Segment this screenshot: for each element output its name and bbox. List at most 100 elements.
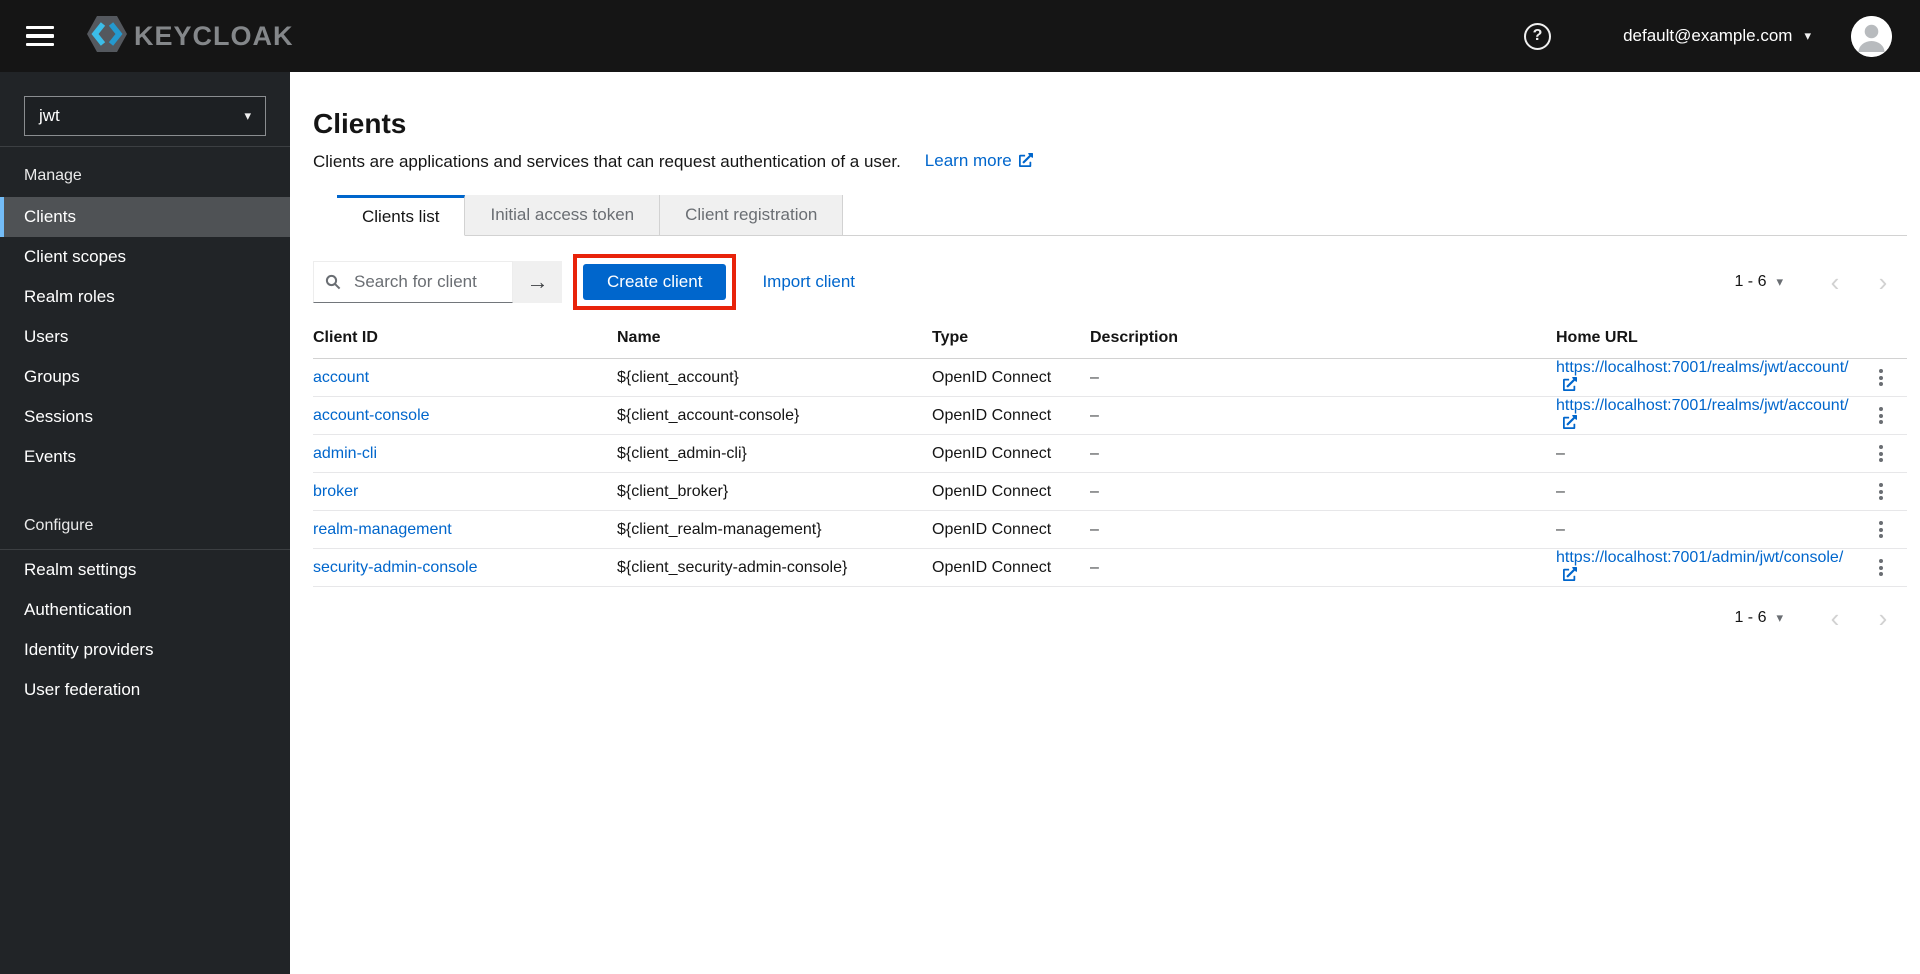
client-description: –: [1090, 549, 1556, 587]
client-type: OpenID Connect: [932, 435, 1090, 473]
sidebar-item-clients[interactable]: Clients: [0, 197, 290, 237]
kebab-menu-icon[interactable]: [1871, 482, 1891, 502]
sidebar-item-groups[interactable]: Groups: [0, 357, 290, 397]
page-description: Clients are applications and services th…: [313, 152, 901, 172]
nav-section-manage: ManageClientsClient scopesRealm rolesUse…: [0, 147, 290, 477]
prev-page-button[interactable]: ‹: [1811, 269, 1859, 295]
sidebar-item-users[interactable]: Users: [0, 317, 290, 357]
client-name: ${client_admin-cli}: [617, 435, 932, 473]
chevron-down-icon: ▾: [1804, 28, 1811, 44]
pagination-range-dropdown[interactable]: 1 - 6 ▾: [1734, 609, 1783, 627]
realm-selector[interactable]: jwt ▾: [24, 96, 266, 136]
pagination-range-dropdown[interactable]: 1 - 6 ▾: [1734, 273, 1783, 291]
chevron-down-icon: ▾: [1776, 610, 1783, 626]
pagination-bottom: 1 - 6 ▾ ‹ ›: [1734, 605, 1907, 631]
kebab-menu-icon[interactable]: [1871, 406, 1891, 426]
highlight-annotation: Create client: [573, 254, 736, 310]
next-page-button[interactable]: ›: [1859, 269, 1907, 295]
sidebar-item-realm-settings[interactable]: Realm settings: [0, 550, 290, 590]
client-type: OpenID Connect: [932, 549, 1090, 587]
sidebar-item-identity-providers[interactable]: Identity providers: [0, 630, 290, 670]
user-menu[interactable]: default@example.com ▾: [1623, 26, 1811, 46]
search-input[interactable]: [313, 261, 513, 303]
home-url-empty: –: [1556, 473, 1855, 511]
sidebar-item-events[interactable]: Events: [0, 437, 290, 477]
import-client-link[interactable]: Import client: [762, 272, 855, 292]
column-header-home-url: Home URL: [1556, 318, 1855, 359]
page-title: Clients: [313, 108, 1907, 140]
tabs-filler: [843, 195, 1907, 236]
toolbar: → Create client Import client 1 - 6 ▾ ‹ …: [313, 254, 1907, 310]
pagination-range: 1 - 6: [1734, 273, 1766, 291]
brand-text: KEYCLOAK: [134, 21, 294, 52]
nav-section-title: Manage: [0, 147, 290, 197]
keycloak-brand: KEYCLOAK: [86, 15, 294, 58]
client-id-link[interactable]: admin-cli: [313, 445, 377, 462]
user-email: default@example.com: [1623, 26, 1792, 46]
home-url-link[interactable]: https://localhost:7001/realms/jwt/accoun…: [1556, 359, 1849, 394]
sidebar-item-sessions[interactable]: Sessions: [0, 397, 290, 437]
pagination-top: 1 - 6 ▾ ‹ ›: [1734, 269, 1907, 295]
client-id-link[interactable]: broker: [313, 483, 358, 500]
client-id-link[interactable]: realm-management: [313, 521, 452, 538]
column-header-description: Description: [1090, 318, 1556, 359]
tab-client-registration[interactable]: Client registration: [660, 195, 843, 236]
next-page-button[interactable]: ›: [1859, 605, 1907, 631]
hamburger-menu-icon[interactable]: [26, 26, 54, 47]
create-client-button[interactable]: Create client: [583, 264, 726, 300]
home-url-link[interactable]: https://localhost:7001/realms/jwt/accoun…: [1556, 397, 1849, 432]
masthead: KEYCLOAK ? default@example.com ▾: [0, 0, 1920, 72]
chevron-down-icon: ▾: [244, 108, 251, 124]
tabs: Clients listInitial access tokenClient r…: [337, 195, 1907, 236]
kebab-menu-icon[interactable]: [1871, 558, 1891, 578]
client-name: ${client_security-admin-console}: [617, 549, 932, 587]
prev-page-button[interactable]: ‹: [1811, 605, 1859, 631]
table-row: account${client_account}OpenID Connect–h…: [313, 359, 1907, 397]
client-id-link[interactable]: account: [313, 369, 369, 386]
client-name: ${client_account}: [617, 359, 932, 397]
client-type: OpenID Connect: [932, 473, 1090, 511]
clients-table: Client IDNameTypeDescriptionHome URL acc…: [313, 318, 1907, 587]
realm-selector-block: jwt ▾: [0, 72, 290, 147]
sidebar-item-authentication[interactable]: Authentication: [0, 590, 290, 630]
main-content: Clients Clients are applications and ser…: [290, 72, 1920, 974]
client-description: –: [1090, 397, 1556, 435]
sidebar-item-realm-roles[interactable]: Realm roles: [0, 277, 290, 317]
client-id-link[interactable]: account-console: [313, 407, 430, 424]
sidebar-item-user-federation[interactable]: User federation: [0, 670, 290, 710]
page-header: Clients Clients are applications and ser…: [290, 72, 1920, 172]
client-type: OpenID Connect: [932, 397, 1090, 435]
search-icon: [325, 274, 341, 295]
chevron-down-icon: ▾: [1776, 274, 1783, 290]
column-header-name: Name: [617, 318, 932, 359]
tab-initial-access-token[interactable]: Initial access token: [465, 195, 660, 236]
client-description: –: [1090, 511, 1556, 549]
home-url-link[interactable]: https://localhost:7001/admin/jwt/console…: [1556, 549, 1843, 584]
search-wrap: [313, 261, 513, 303]
clients-table-wrap: Client IDNameTypeDescriptionHome URL acc…: [313, 318, 1907, 587]
pagination-range: 1 - 6: [1734, 609, 1766, 627]
home-url-empty: –: [1556, 435, 1855, 473]
sidebar-item-client-scopes[interactable]: Client scopes: [0, 237, 290, 277]
home-url-empty: –: [1556, 511, 1855, 549]
kebab-menu-icon[interactable]: [1871, 444, 1891, 464]
sidebar: jwt ▾ ManageClientsClient scopesRealm ro…: [0, 72, 290, 974]
column-header-client-id: Client ID: [313, 318, 617, 359]
client-name: ${client_broker}: [617, 473, 932, 511]
help-icon[interactable]: ?: [1524, 23, 1551, 50]
kebab-menu-icon[interactable]: [1871, 368, 1891, 388]
tab-clients-list[interactable]: Clients list: [337, 195, 465, 236]
external-link-icon: [1563, 415, 1577, 434]
nav-section-configure: ConfigureRealm settingsAuthenticationIde…: [0, 477, 290, 710]
kebab-menu-icon[interactable]: [1871, 520, 1891, 540]
client-description: –: [1090, 473, 1556, 511]
table-row: security-admin-console ${client_security-…: [313, 549, 1907, 587]
learn-more-link[interactable]: Learn more: [925, 151, 1033, 172]
client-type: OpenID Connect: [932, 359, 1090, 397]
table-header-row: Client IDNameTypeDescriptionHome URL: [313, 318, 1907, 359]
avatar[interactable]: [1851, 16, 1892, 57]
search-submit-button[interactable]: →: [513, 261, 562, 303]
sidebar-nav: ManageClientsClient scopesRealm rolesUse…: [0, 147, 290, 710]
realm-name: jwt: [39, 106, 60, 126]
client-id-link[interactable]: security-admin-console: [313, 559, 478, 576]
